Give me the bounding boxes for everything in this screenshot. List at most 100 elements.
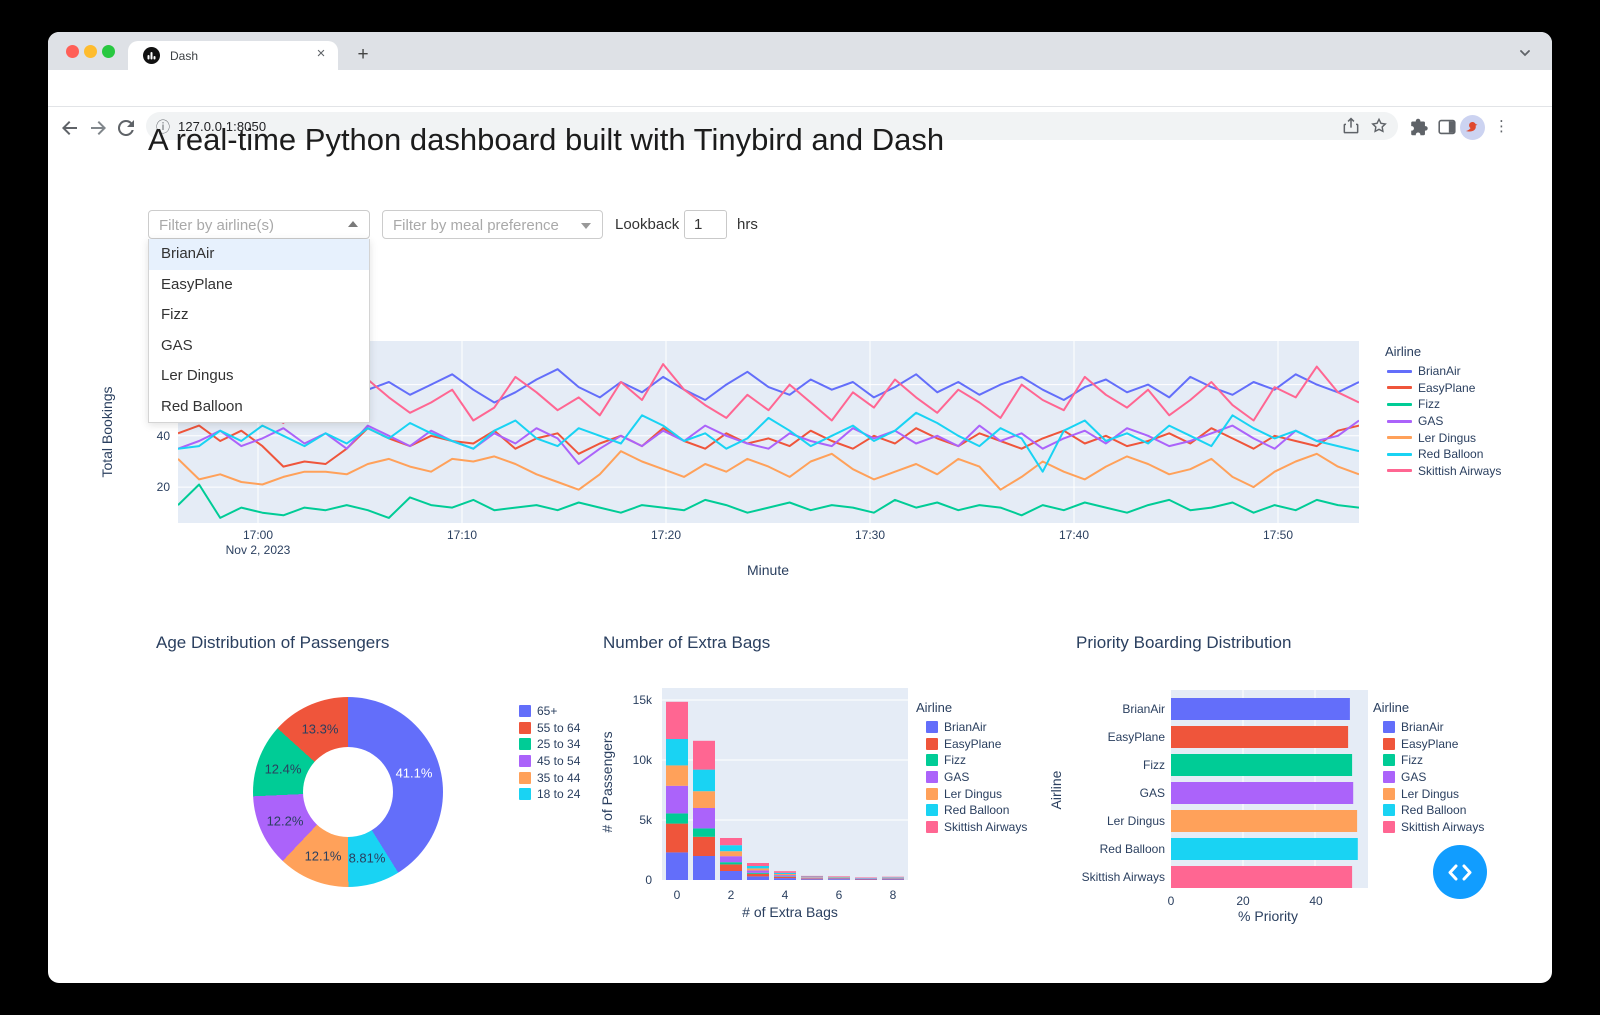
legend-item[interactable]: Ler Dingus — [916, 785, 1027, 802]
legend-item[interactable]: Fizz — [1385, 396, 1501, 413]
chevron-up-icon — [348, 221, 358, 227]
priority-plot[interactable] — [1171, 690, 1368, 888]
airline-option[interactable]: Fizz — [149, 300, 369, 331]
bags-x-axis-title: # of Extra Bags — [742, 904, 838, 920]
legend-swatch — [1383, 771, 1395, 783]
new-tab-button[interactable]: + — [351, 44, 375, 68]
share-icon[interactable] — [1341, 116, 1361, 136]
x-tick: 17:30 — [855, 528, 885, 542]
airline-option[interactable]: EasyPlane — [149, 270, 369, 301]
airline-option[interactable]: Red Balloon — [149, 392, 369, 423]
age-donut[interactable]: 41.1%8.81%12.1%12.2%12.4%13.3% — [253, 697, 443, 887]
x-tick-date: Nov 2, 2023 — [226, 543, 291, 557]
browser-tab[interactable]: Dash × — [128, 41, 338, 70]
legend-item[interactable]: Fizz — [1373, 752, 1484, 769]
pie-slice-label: 41.1% — [396, 766, 433, 781]
reload-icon[interactable] — [114, 116, 138, 140]
legend-item[interactable]: Skittish Airways — [916, 819, 1027, 836]
legend-swatch — [1387, 386, 1412, 389]
legend-swatch — [1387, 420, 1412, 423]
pie-slice-label: 12.4% — [265, 762, 302, 777]
pie-slice-label: 13.3% — [302, 722, 339, 737]
bags-plot[interactable] — [662, 688, 908, 880]
legend-label: 25 to 34 — [537, 737, 580, 751]
legend-item[interactable]: 65+ — [509, 703, 580, 720]
legend-title: Airline — [916, 700, 1027, 715]
legend-item[interactable]: BrianAir — [1385, 363, 1501, 380]
donut-hole — [303, 747, 393, 837]
legend-label: 55 to 64 — [537, 721, 580, 735]
legend-swatch — [519, 755, 531, 767]
back-icon[interactable] — [58, 116, 82, 140]
x-tick: 17:50 — [1263, 528, 1293, 542]
dash-devtools-fab[interactable] — [1433, 845, 1487, 899]
x-tick: 17:00 — [243, 528, 273, 542]
legend-swatch — [1387, 403, 1412, 406]
legend-item[interactable]: BrianAir — [1373, 719, 1484, 736]
airline-option[interactable]: GAS — [149, 331, 369, 362]
tab-strip: Dash × + — [48, 32, 1552, 70]
traffic-light-close[interactable] — [66, 45, 79, 58]
legend-item[interactable]: GAS — [916, 769, 1027, 786]
legend-label: EasyPlane — [1401, 737, 1458, 751]
legend-swatch — [1383, 721, 1395, 733]
profile-avatar[interactable] — [1460, 115, 1485, 140]
lookback-unit: hrs — [737, 216, 758, 233]
legend-swatch — [1383, 788, 1395, 800]
legend-item[interactable]: Fizz — [916, 752, 1027, 769]
chevron-down-icon[interactable] — [1516, 44, 1534, 62]
legend-item[interactable]: Ler Dingus — [1385, 429, 1501, 446]
side-panel-icon[interactable] — [1436, 116, 1458, 138]
legend-swatch — [926, 821, 938, 833]
legend-item[interactable]: Red Balloon — [1373, 802, 1484, 819]
legend-item[interactable]: Red Balloon — [1385, 446, 1501, 463]
traffic-light-minimize[interactable] — [84, 45, 97, 58]
legend-item[interactable]: Skittish Airways — [1373, 819, 1484, 836]
y-tick: 10k — [616, 753, 652, 767]
legend-item[interactable]: 25 to 34 — [509, 736, 580, 753]
lookback-input[interactable] — [684, 210, 727, 239]
category-label: Fizz — [1040, 758, 1165, 772]
legend-item[interactable]: Ler Dingus — [1373, 785, 1484, 802]
legend-item[interactable]: 45 to 54 — [509, 753, 580, 770]
legend-swatch — [519, 772, 531, 784]
legend-swatch — [926, 788, 938, 800]
x-tick: 40 — [1309, 894, 1322, 908]
legend-label: EasyPlane — [944, 737, 1001, 751]
legend-item[interactable]: 55 to 64 — [509, 720, 580, 737]
legend-item[interactable]: 35 to 44 — [509, 769, 580, 786]
legend-item[interactable]: EasyPlane — [916, 736, 1027, 753]
legend-item[interactable]: Skittish Airways — [1385, 463, 1501, 480]
legend-item[interactable]: EasyPlane — [1373, 736, 1484, 753]
legend-label: 65+ — [537, 704, 557, 718]
category-label: Red Balloon — [1040, 842, 1165, 856]
forward-icon[interactable] — [86, 116, 110, 140]
traffic-light-zoom[interactable] — [102, 45, 115, 58]
dash-favicon-icon — [143, 47, 160, 64]
legend-label: GAS — [1401, 770, 1426, 784]
bookmark-star-icon[interactable] — [1369, 116, 1389, 136]
legend-item[interactable]: 18 to 24 — [509, 786, 580, 803]
menu-dots-icon[interactable]: ⋮ — [1494, 116, 1508, 138]
legend-item[interactable]: BrianAir — [916, 719, 1027, 736]
y-tick: 5k — [616, 813, 652, 827]
y-tick: 0 — [616, 873, 652, 887]
legend-label: BrianAir — [1401, 720, 1444, 734]
legend-title: Airline — [1385, 344, 1501, 359]
meal-filter-dropdown[interactable]: Filter by meal preference — [382, 210, 603, 239]
legend-item[interactable]: Red Balloon — [916, 802, 1027, 819]
meal-filter-placeholder: Filter by meal preference — [393, 217, 559, 234]
bags-chart-title: Number of Extra Bags — [603, 633, 770, 653]
legend-item[interactable]: EasyPlane — [1385, 380, 1501, 397]
airline-option[interactable]: BrianAir — [149, 239, 369, 270]
airline-option[interactable]: Ler Dingus — [149, 361, 369, 392]
legend-item[interactable]: GAS — [1373, 769, 1484, 786]
airline-filter-dropdown[interactable]: Filter by airline(s) — [148, 210, 370, 239]
x-tick: 8 — [890, 888, 897, 902]
tab-close-icon[interactable]: × — [312, 45, 330, 63]
age-legend: 65+ 55 to 64 25 to 34 45 to 5435 to 4418 to… — [509, 703, 580, 803]
legend-item[interactable]: GAS — [1385, 413, 1501, 430]
legend-swatch — [1383, 821, 1395, 833]
extensions-puzzle-icon[interactable] — [1408, 116, 1430, 138]
legend-swatch — [1387, 370, 1412, 373]
